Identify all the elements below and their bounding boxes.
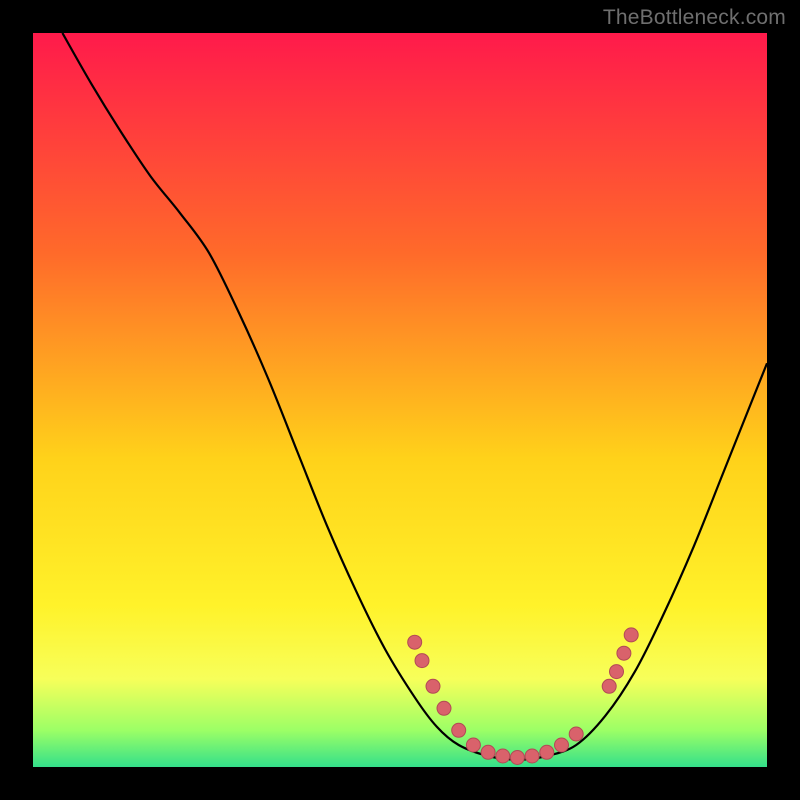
curve-path: [62, 33, 767, 760]
data-marker: [569, 727, 583, 741]
data-marker: [602, 679, 616, 693]
data-marker: [540, 745, 554, 759]
watermark-text: TheBottleneck.com: [603, 6, 786, 30]
chart-frame: TheBottleneck.com: [0, 0, 800, 800]
data-marker: [466, 738, 480, 752]
data-marker: [617, 646, 631, 660]
data-marker: [496, 749, 510, 763]
data-marker: [481, 745, 495, 759]
data-marker: [415, 654, 429, 668]
data-marker: [525, 749, 539, 763]
curve-markers: [408, 628, 639, 765]
plot-area: [33, 33, 767, 767]
bottleneck-curve: [33, 33, 767, 767]
data-marker: [408, 635, 422, 649]
data-marker: [510, 751, 524, 765]
data-marker: [610, 665, 624, 679]
data-marker: [624, 628, 638, 642]
data-marker: [452, 723, 466, 737]
data-marker: [426, 679, 440, 693]
data-marker: [437, 701, 451, 715]
data-marker: [555, 738, 569, 752]
